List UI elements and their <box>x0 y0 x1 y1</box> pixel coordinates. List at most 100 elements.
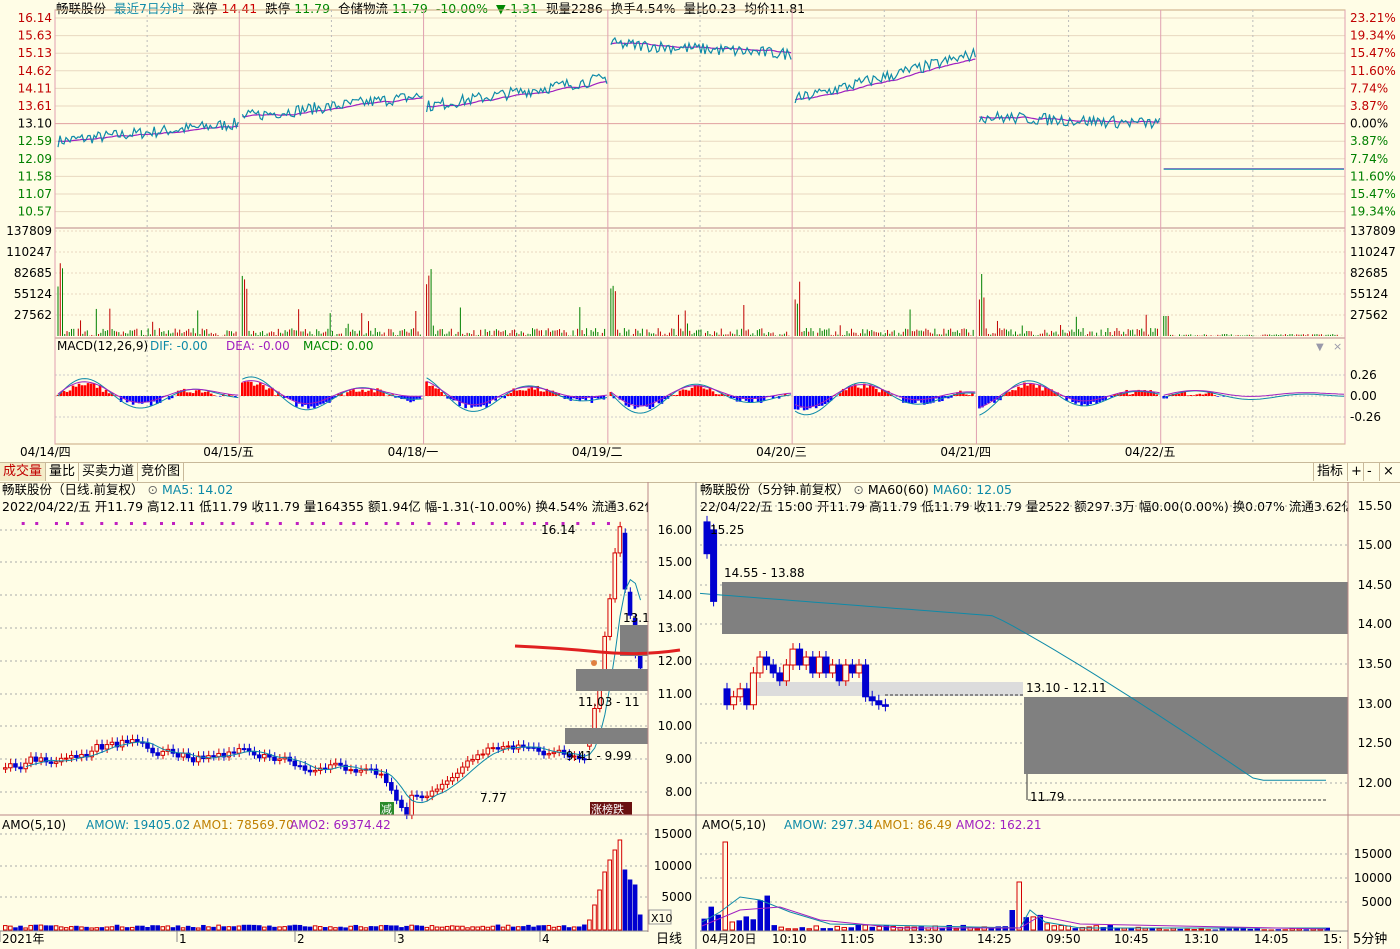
candle-down <box>404 807 409 816</box>
amo-bar <box>546 925 552 931</box>
amo-bar <box>292 924 298 931</box>
signal-dot <box>172 522 176 525</box>
amo-bar <box>556 925 562 931</box>
date-label: 04/15/五 <box>203 445 254 459</box>
candle-up <box>829 664 837 674</box>
candle-up <box>378 773 384 776</box>
candle-down <box>710 529 718 602</box>
amo-bar <box>521 926 526 931</box>
signal-dot <box>278 522 282 525</box>
amo-bar <box>1128 928 1134 931</box>
candle-up <box>465 760 470 768</box>
amo-bar <box>1254 928 1260 931</box>
amo-bar <box>231 926 237 931</box>
candle-down <box>74 754 79 758</box>
amo-1: AMO1: 78569.70 <box>193 818 294 832</box>
price-tick: 15.50 <box>1358 499 1392 513</box>
tab-buy-sell-power[interactable]: 买卖力道 <box>79 463 139 481</box>
price-tick: 12.00 <box>1358 776 1392 790</box>
close-pane-button[interactable]: × <box>1379 463 1397 481</box>
amo-bar <box>226 926 232 931</box>
candle-up <box>602 635 607 675</box>
candle-down <box>292 760 298 767</box>
volume-tick: 137809 <box>6 224 52 238</box>
amo-bar <box>607 859 613 931</box>
candle-up <box>439 783 445 790</box>
amo-bar <box>587 919 592 931</box>
amo-bar <box>757 900 763 931</box>
pct-tick: 7.74% <box>1350 81 1388 95</box>
amo-bar <box>1184 928 1190 931</box>
amo-bar <box>627 879 633 931</box>
indicator-button[interactable]: 指标 <box>1313 463 1346 481</box>
amo-title: AMO(5,10) <box>702 818 766 832</box>
pct-tick: 11.60% <box>1350 169 1396 183</box>
candle-up <box>546 753 552 756</box>
candle-up <box>500 746 506 750</box>
min5-kline-chart[interactable]: 15.50 15.00 14.50 14.00 13.50 13.00 12.50 12.00… <box>700 482 1400 949</box>
amo-bar <box>632 884 638 931</box>
amo-bar <box>287 925 293 931</box>
amo-bar <box>368 926 374 931</box>
candle-down <box>307 769 313 773</box>
collapse-icon[interactable]: ▼ <box>1316 342 1324 353</box>
annotation-box1: 14.55 - 13.88 <box>724 566 805 580</box>
candle-up <box>429 790 435 797</box>
amo-bar <box>185 925 191 931</box>
tab-volume-ratio[interactable]: 量比 <box>46 463 80 481</box>
amo-bar <box>206 926 211 931</box>
amo-bar <box>124 927 130 931</box>
daily-kline-chart[interactable]: 16.00 15.00 14.00 13.00 12.00 11.00 10.00 9.00 8… <box>0 482 700 949</box>
amo-bar <box>792 928 798 931</box>
intraday-chart[interactable]: 16.14 15.63 15.13 14.62 14.11 13.61 13.10 12.59… <box>0 0 1400 462</box>
candle-up <box>94 744 100 752</box>
amo-bar <box>58 926 64 931</box>
candle-down <box>302 765 308 771</box>
amo-bar <box>1198 928 1204 931</box>
candle-up <box>216 752 221 758</box>
amo-bar <box>764 895 770 931</box>
amo-bar <box>201 924 206 931</box>
zoom-out-button[interactable]: - <box>1363 463 1375 481</box>
candle-down <box>822 656 830 674</box>
amo-bar <box>1058 924 1064 931</box>
close-icon[interactable]: × <box>1333 340 1342 353</box>
amo-bar <box>813 925 819 931</box>
amo-bar <box>778 926 784 931</box>
candle-down <box>414 794 420 797</box>
annotation-box2: 9.41 - 9.99 <box>566 749 631 763</box>
x-axis-label: 15: <box>1323 932 1342 946</box>
candle-down <box>743 688 751 706</box>
price-line <box>57 117 239 148</box>
amo-bar <box>465 927 470 931</box>
price-line <box>241 92 423 121</box>
amo-bar <box>28 924 33 931</box>
resistance-box <box>620 625 648 656</box>
candle-down <box>389 782 394 791</box>
price-tick: 8.00 <box>665 785 692 799</box>
signal-dot <box>606 522 610 525</box>
amo-bar <box>455 925 460 931</box>
resistance-box <box>1024 697 1348 774</box>
candle-down <box>763 656 771 666</box>
candle-down <box>33 756 39 762</box>
volume-tick: 55124 <box>14 287 52 301</box>
candle-down <box>18 766 23 770</box>
price-tick: 14.11 <box>18 81 52 95</box>
amo-bar <box>69 926 74 931</box>
price-tick: 14.00 <box>1358 617 1392 631</box>
tab-volume[interactable]: 成交量 <box>0 463 47 481</box>
candle-down <box>135 739 140 743</box>
amo-bar <box>1233 928 1239 931</box>
candle-up <box>424 795 430 799</box>
amo-bar <box>820 928 826 931</box>
tab-auction[interactable]: 竞价图 <box>138 463 185 481</box>
ma5-line <box>25 578 641 804</box>
candle-down <box>399 799 404 809</box>
candle-up <box>485 747 491 755</box>
signal-dot <box>21 522 25 525</box>
amo-bar <box>282 926 287 931</box>
amo-bar <box>348 925 353 931</box>
candle-down <box>835 664 843 682</box>
amo-bar <box>170 927 176 931</box>
